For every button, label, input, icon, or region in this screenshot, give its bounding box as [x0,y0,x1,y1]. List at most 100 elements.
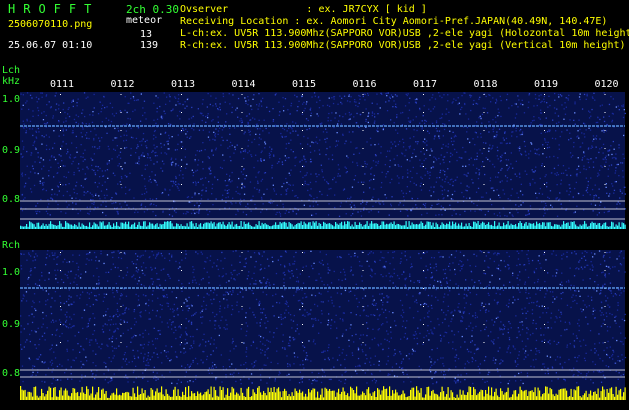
noise-dot [452,101,454,103]
noise-dot [301,314,304,316]
noise-dot [442,169,444,172]
noise-dot [479,363,481,365]
noise-dot [186,136,188,138]
noise-dot [463,92,465,94]
noise-dot [390,119,392,121]
noise-dot [211,266,214,268]
noise-dot [188,201,190,203]
noise-dot [45,290,47,292]
grid-dot [120,94,122,95]
noise-dot [338,346,340,349]
noise-dot [443,311,445,314]
noise-dot [600,165,602,167]
noise-dot [447,181,449,184]
noise-dot [209,343,212,345]
noise-dot [259,341,262,343]
noise-dot [416,129,418,132]
level-bar [105,225,107,229]
noise-dot [410,280,412,282]
noise-dot [386,295,388,297]
noise-dot [621,105,623,107]
noise-dot [232,338,234,340]
noise-dot [465,279,467,281]
noise-dot [242,211,244,213]
noise-dot [221,316,223,318]
noise-dot [313,378,316,381]
noise-dot [243,133,245,135]
level-bar [348,221,350,229]
noise-dot [535,358,537,361]
level-bar [26,224,28,229]
noise-dot [539,289,541,291]
noise-dot [171,185,174,187]
level-bar [417,224,419,229]
noise-dot [42,323,44,325]
noise-dot [554,138,557,140]
noise-dot [343,188,346,190]
noise-dot [322,301,324,303]
noise-dot [363,209,365,211]
noise-dot [224,257,226,259]
noise-dot [239,193,241,195]
noise-dot [328,97,330,99]
noise-dot [43,165,45,167]
noise-dot [100,348,102,350]
noise-dot [499,293,501,295]
noise-dot [85,263,87,265]
noise-dot [471,178,473,181]
noise-dot [438,130,441,132]
noise-dot [439,334,442,336]
noise-dot [548,146,551,148]
noise-dot [606,192,608,194]
level-bar [261,222,263,229]
grid-dot [483,130,485,131]
noise-dot [386,301,388,303]
grid-dot [241,148,243,149]
noise-dot [135,321,137,323]
noise-dot [391,178,393,180]
noise-dot [569,323,571,325]
noise-dot [599,263,602,265]
noise-dot [393,122,395,124]
noise-dot [127,102,129,104]
noise-dot [583,168,585,170]
noise-dot [362,95,364,98]
noise-dot [291,270,293,272]
noise-dot [325,154,327,156]
noise-dot [472,358,474,360]
noise-dot [31,165,34,167]
noise-dot [387,92,389,94]
noise-dot [50,321,52,323]
noise-dot [592,256,594,258]
noise-dot [175,297,178,299]
noise-dot [48,272,50,274]
noise-dot [244,266,246,268]
noise-dot [441,147,443,149]
level-bar [404,225,406,229]
noise-dot [386,92,388,94]
level-bar [240,221,242,229]
noise-dot [591,299,593,301]
noise-dot [147,352,150,354]
noise-dot [142,138,144,140]
noise-dot [126,363,128,366]
noise-dot [449,290,451,292]
noise-dot [529,184,531,186]
noise-dot [150,278,152,280]
level-bar [441,222,443,229]
noise-dot [557,157,559,159]
noise-dot [211,183,214,186]
noise-dot [328,203,330,205]
noise-dot [574,123,576,125]
noise-dot [200,359,202,361]
noise-dot [363,191,365,193]
grid-dot [483,94,485,95]
noise-dot [367,115,369,117]
noise-dot [519,146,521,148]
noise-dot [611,183,613,185]
noise-dot [192,174,194,177]
noise-dot [39,286,41,288]
noise-dot [498,128,501,130]
noise-dot [463,311,466,313]
noise-dot [527,250,529,252]
